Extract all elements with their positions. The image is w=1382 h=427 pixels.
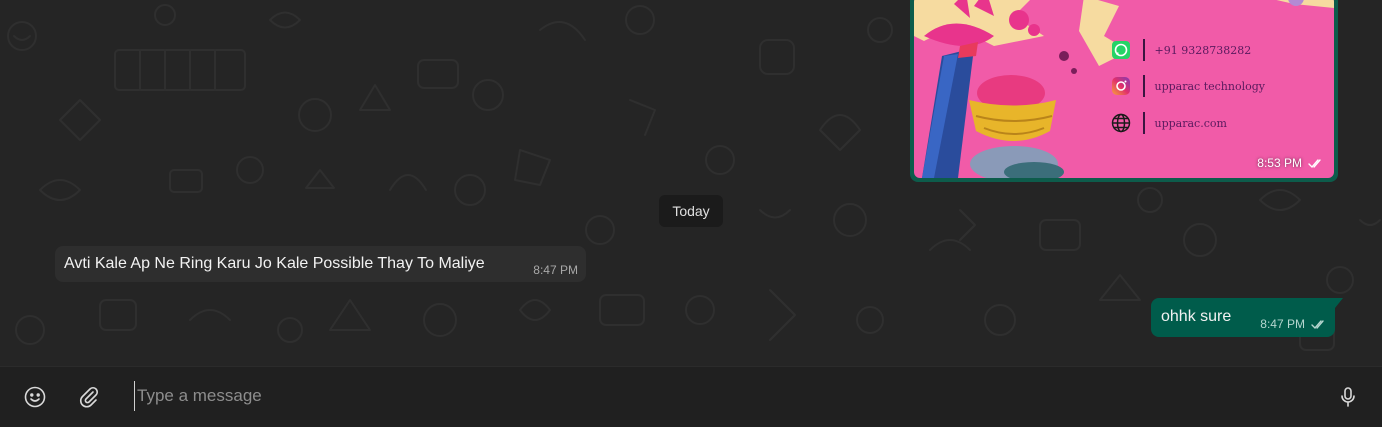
contact-row-website: upparac.com <box>1111 112 1227 134</box>
instagram-icon <box>1111 76 1131 96</box>
contact-row-whatsapp: +91 9328738282 <box>1111 39 1251 61</box>
double-check-icon <box>1308 158 1324 169</box>
whatsapp-icon <box>1111 40 1131 60</box>
double-check-icon <box>1311 319 1327 330</box>
outgoing-message[interactable]: ohhk sure 8:47 PM <box>1151 298 1343 337</box>
incoming-message[interactable]: Avti Kale Ap Ne Ring Karu Jo Kale Possib… <box>55 246 586 282</box>
bubble-tail <box>1335 298 1343 308</box>
attach-button[interactable] <box>76 384 102 410</box>
contact-phone-text: +91 9328738282 <box>1154 43 1252 57</box>
chat-area[interactable]: +91 9328738282 upparac technology uppara… <box>0 0 1382 366</box>
image-message-meta: 8:53 PM <box>1257 156 1324 170</box>
microphone-icon <box>1337 386 1359 408</box>
message-composer <box>0 366 1382 427</box>
contact-website-text: upparac.com <box>1154 116 1227 130</box>
image-message-picture[interactable]: +91 9328738282 upparac technology uppara… <box>914 0 1334 178</box>
image-message[interactable]: +91 9328738282 upparac technology uppara… <box>910 0 1338 182</box>
contact-instagram-text: upparac technology <box>1154 79 1265 93</box>
voice-message-button[interactable] <box>1335 384 1361 410</box>
paperclip-icon <box>78 386 100 408</box>
message-input[interactable] <box>134 381 1297 411</box>
date-divider: Today <box>659 195 723 227</box>
globe-icon <box>1111 113 1131 133</box>
emoji-button[interactable] <box>22 384 48 410</box>
outgoing-message-text: ohhk sure <box>1161 308 1232 325</box>
incoming-message-text: Avti Kale Ap Ne Ring Karu Jo Kale Possib… <box>64 255 485 272</box>
emoji-icon <box>24 386 46 408</box>
contact-row-instagram: upparac technology <box>1111 75 1265 97</box>
outgoing-message-meta: 8:47 PM <box>1260 317 1327 331</box>
image-message-time: 8:53 PM <box>1257 156 1302 170</box>
incoming-message-time: 8:47 PM <box>533 263 578 277</box>
outgoing-message-time: 8:47 PM <box>1260 317 1305 331</box>
